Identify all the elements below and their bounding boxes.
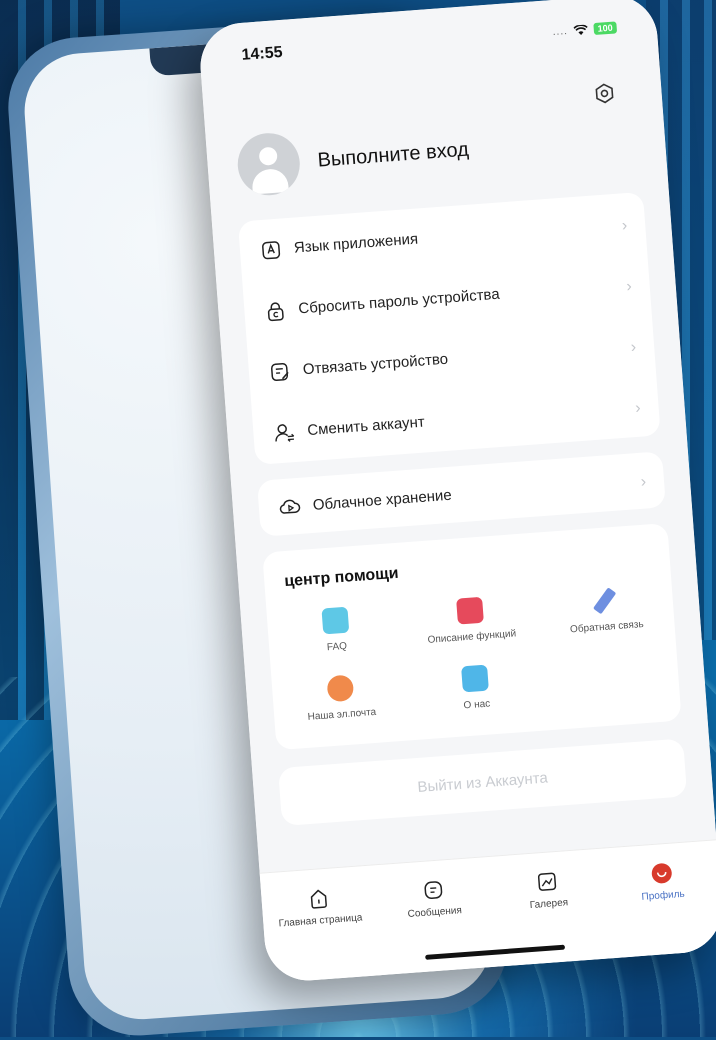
home-icon [311,889,328,909]
help-item-features[interactable]: Описание функций [402,593,542,671]
help-item-about[interactable]: О нас [407,661,547,739]
home-indicator [425,944,566,960]
message-icon [424,881,443,900]
cloud-storage-label: Облачное хранение [312,486,453,514]
language-icon [262,240,281,259]
tab-label: Профиль [641,888,686,903]
cloud-play-icon [279,499,301,514]
tab-home[interactable]: Главная страница [261,883,378,930]
about-icon [461,664,489,693]
menu-item-label: Язык приложения [293,230,419,257]
avatar[interactable] [235,131,302,198]
unbind-icon [270,362,289,381]
tab-gallery[interactable]: Галерея [489,867,606,914]
help-item-label: Описание функций [427,628,517,646]
logout-button[interactable]: Выйти из Аккаунта [278,738,687,826]
switch-account-icon [275,423,295,442]
wifi-icon [573,24,588,35]
status-time: 14:55 [241,43,284,64]
logout-card: Выйти из Аккаунта [278,738,688,826]
signal-icon: .... [552,25,569,38]
help-center-grid: FAQ Описание функций Обратная связь Наша… [267,583,682,748]
profile-screen: 14:55 .... 100 Выполните вход Язык прило… [197,0,716,984]
help-item-feedback[interactable]: Обратная связь [536,583,676,661]
email-icon [326,674,354,703]
tab-label: Сообщения [407,905,463,921]
faq-icon [321,606,349,635]
chevron-right-icon: › [630,338,637,356]
tab-messages[interactable]: Сообщения [375,875,492,922]
help-item-label: FAQ [326,640,348,654]
help-center-card: центр помощи FAQ Описание функций Обратн… [262,522,682,751]
cloud-storage-card: Облачное хранение › [256,451,666,537]
status-indicators: .... 100 [552,21,618,38]
avatar-body [251,167,289,195]
status-bar: 14:55 .... 100 [197,0,658,82]
book-icon [456,596,484,625]
chevron-right-icon: › [625,277,633,295]
tab-label: Галерея [529,897,569,912]
gallery-icon [538,872,557,891]
chevron-right-icon: › [621,216,628,234]
tab-profile[interactable]: Профиль [604,858,716,905]
battery-indicator: 100 [593,21,618,36]
chevron-right-icon: › [634,399,642,417]
help-item-label: Наша эл.почта [307,706,377,723]
avatar-head [258,146,278,166]
tabs: Главная страница Сообщения Галерея Профи… [260,840,716,930]
chevron-right-icon: › [640,473,647,491]
front-phone: 14:55 .... 100 Выполните вход Язык прило… [197,0,716,984]
tab-label: Главная страница [278,912,363,930]
lock-reset-icon [267,301,284,321]
help-item-label: О нас [463,698,491,712]
settings-menu-card: Язык приложения › Сбросить пароль устрой… [237,191,661,465]
menu-item-label: Отвязать устройство [302,350,449,379]
profile-icon [651,863,672,884]
help-item-email[interactable]: Наша эл.почта [272,670,412,748]
help-center-title: центр помощи [283,564,400,591]
pen-icon [593,587,617,615]
login-prompt[interactable]: Выполните вход [235,119,471,198]
menu-item-label: Сменить аккаунт [306,413,426,440]
settings-gear-icon[interactable] [593,82,617,106]
help-item-label: Обратная связь [569,619,645,636]
menu-item-cloud-storage[interactable]: Облачное хранение › [257,451,666,537]
menu-item-label: Сбросить пароль устройства [297,285,501,318]
help-item-faq[interactable]: FAQ [267,603,407,681]
login-text[interactable]: Выполните вход [317,138,470,172]
